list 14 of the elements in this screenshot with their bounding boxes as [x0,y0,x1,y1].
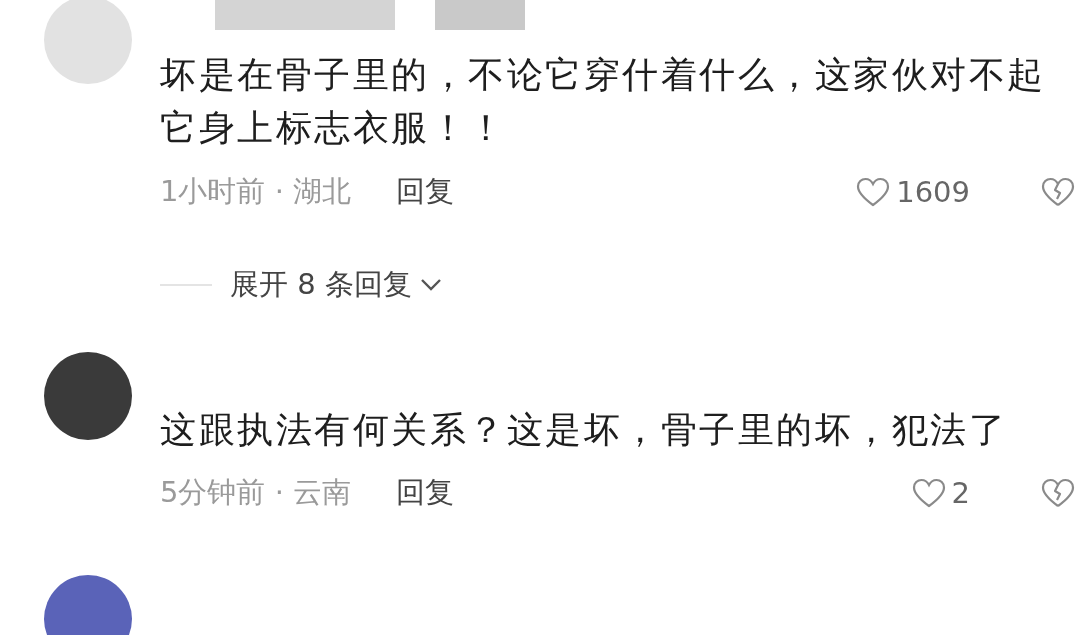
broken-heart-icon[interactable] [1040,177,1076,207]
like-button[interactable]: 1609 [856,175,970,209]
reply-link[interactable]: 回复 [396,473,455,513]
broken-heart-icon[interactable] [1040,478,1076,508]
expand-replies-button[interactable]: 展开 8 条回复 [230,265,442,305]
comment-time: 1小时前 · 湖北 [160,173,352,210]
like-button[interactable]: 2 [911,476,970,510]
chevron-down-icon [419,278,442,292]
comment-text: 坏是在骨子里的，不论它穿什着什么，这家伙对不起它身上标志衣服！！ [160,53,1047,150]
comment-text: 这跟执法有何关系？这是坏，骨子里的坏，犯法了 [160,408,1008,452]
reply-link[interactable]: 回复 [396,172,455,212]
heart-icon [856,177,891,207]
heart-icon [911,478,946,508]
comment-time: 5分钟前 · 云南 [160,474,352,511]
